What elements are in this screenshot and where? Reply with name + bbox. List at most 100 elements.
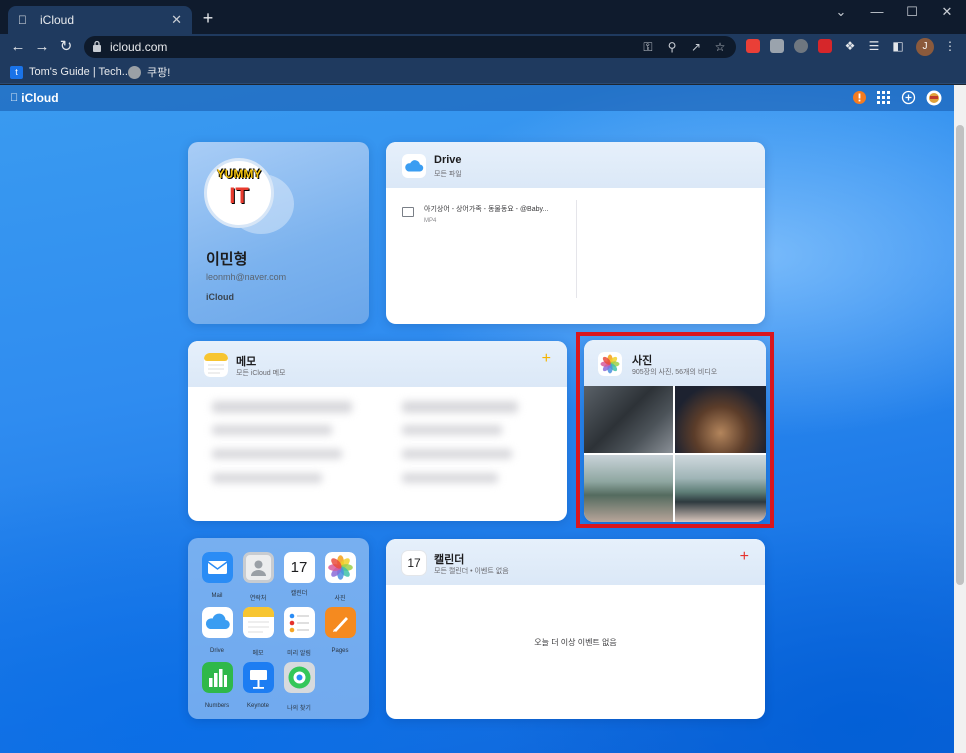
- profile-card[interactable]: YUMMY IT 이민형 leonmh@naver.com iCloud: [188, 142, 369, 324]
- file-name: 아기상어 - 상어가족 - 동물동요 - @Baby...: [424, 206, 549, 213]
- drive-icon: [402, 154, 426, 178]
- app-calendar[interactable]: 17 캘린더: [279, 552, 319, 597]
- drive-file-item[interactable]: 아기상어 - 상어가족 - 동물동요 - @Baby... MP4: [402, 204, 548, 224]
- maximize-button[interactable]: ☐: [895, 0, 929, 24]
- alert-icon[interactable]: [852, 90, 867, 105]
- calendar-day: 17: [407, 556, 421, 570]
- scrollbar[interactable]: [954, 85, 966, 753]
- blurred-note: [402, 425, 502, 435]
- app-reminders[interactable]: 미리 알림: [279, 607, 319, 657]
- calendar-subtitle: 모든 캘린더 • 이벤트 없음: [434, 568, 509, 575]
- app-label: 연락처: [249, 596, 267, 602]
- notes-icon: [242, 607, 274, 638]
- tab-search-icon[interactable]: ⌄: [824, 0, 858, 24]
- app-label: 나의 찾기: [287, 706, 311, 712]
- notes-subtitle: 모든 iCloud 메모: [236, 370, 286, 377]
- notes-card-header: 메모 모든 iCloud 메모 +: [188, 341, 567, 387]
- app-drive[interactable]: Drive: [197, 607, 237, 654]
- pages-icon: [324, 607, 356, 638]
- side-panel-icon[interactable]: ◧: [890, 39, 906, 53]
- app-notes[interactable]: 메모: [238, 607, 278, 657]
- profile-name: 이민형: [206, 251, 248, 268]
- puzzle-icon[interactable]: ❖: [842, 39, 858, 53]
- app-contacts[interactable]: 연락처: [238, 552, 278, 602]
- app-keynote[interactable]: Keynote: [238, 662, 278, 709]
- file-type: MP4: [424, 218, 437, 224]
- app-label: 메모: [252, 651, 264, 657]
- keynote-icon: [242, 662, 274, 693]
- blurred-note: [212, 473, 322, 483]
- pocket-extension-icon[interactable]: [746, 39, 760, 53]
- globe-icon: [128, 65, 141, 79]
- profile-memoji: YUMMY IT: [204, 158, 274, 228]
- video-extension-icon[interactable]: [818, 39, 832, 53]
- url-text: icloud.com: [110, 40, 168, 54]
- bookmark-star-icon[interactable]: ☆: [712, 40, 728, 54]
- calendar-day: 17: [290, 559, 308, 576]
- add-circle-icon[interactable]: [901, 90, 916, 105]
- notes-card[interactable]: 메모 모든 iCloud 메모 +: [188, 341, 567, 521]
- user-avatar-icon[interactable]: [926, 90, 942, 106]
- profile-avatar[interactable]: J: [916, 38, 934, 56]
- address-bar[interactable]: icloud.com ⚿ ⚲ ↗ ☆: [84, 36, 736, 58]
- new-tab-button[interactable]: +: [198, 9, 218, 27]
- drive-icon: [201, 607, 233, 638]
- back-arrow-icon[interactable]: ←: [8, 37, 28, 57]
- apple-icon: : [18, 13, 32, 27]
- reminders-icon: [283, 607, 315, 638]
- add-event-button[interactable]: +: [740, 549, 749, 565]
- app-label: Numbers: [204, 703, 230, 709]
- film-icon: [402, 207, 414, 217]
- notes-title: 메모: [236, 356, 257, 368]
- app-label: 캘린더: [290, 591, 308, 597]
- share-icon[interactable]: ↗: [688, 40, 704, 54]
- forward-arrow-icon[interactable]: →: [32, 37, 52, 57]
- app-mail[interactable]: Mail: [197, 552, 237, 599]
- bookmarks-bar: t Tom's Guide | Tech... 쿠팡!: [0, 60, 966, 84]
- app-pages[interactable]: Pages: [320, 607, 360, 654]
- photos-icon: [324, 552, 356, 583]
- add-note-button[interactable]: +: [542, 351, 551, 367]
- app-photos[interactable]: 사진: [320, 552, 360, 602]
- blurred-note: [402, 449, 512, 459]
- media-control-icon[interactable]: ☰: [866, 39, 882, 53]
- app-find-my[interactable]: 나의 찾기: [279, 662, 319, 712]
- tab-icloud[interactable]:  iCloud ✕: [8, 6, 192, 34]
- drive-subtitle: 모든 파일: [434, 171, 462, 178]
- app-label: Mail: [211, 593, 223, 599]
- bookmark-coupang[interactable]: 쿠팡!: [128, 64, 170, 80]
- notes-icon: [204, 353, 228, 377]
- tab-close-icon[interactable]: ✕: [171, 12, 182, 28]
- calendar-card[interactable]: 17 캘린더 모든 캘린더 • 이벤트 없음 + 오늘 더 이상 이벤트 없음: [386, 539, 765, 719]
- scrollbar-thumb[interactable]: [956, 125, 964, 585]
- menu-icon[interactable]: ⋮: [942, 39, 958, 53]
- icloud-page:  iCloud YUMMY IT 이민형 leonmh@naver.com i…: [0, 85, 954, 753]
- bookmark-label: Tom's Guide | Tech...: [29, 66, 131, 78]
- app-label: Drive: [209, 648, 224, 654]
- app-grid-icon[interactable]: [876, 90, 891, 105]
- drive-card[interactable]: Drive 모든 파일 아기상어 - 상어가족 - 동물동요 - @Baby..…: [386, 142, 765, 324]
- toms-guide-icon: t: [10, 65, 23, 79]
- extension-icon[interactable]: [770, 39, 784, 53]
- zoom-icon[interactable]: ⚲: [664, 40, 680, 54]
- icloud-top-bar:  iCloud: [0, 85, 954, 111]
- app-numbers[interactable]: Numbers: [197, 662, 237, 709]
- reload-icon[interactable]: ↻: [56, 37, 76, 57]
- contacts-icon: [242, 552, 274, 583]
- numbers-icon: [201, 662, 233, 693]
- tab-title: iCloud: [40, 13, 75, 27]
- memoji-text: YUMMY: [216, 167, 262, 181]
- profile-email: leonmh@naver.com: [206, 272, 287, 282]
- find-my-icon: [283, 662, 315, 693]
- drive-card-header: Drive 모든 파일: [386, 142, 765, 188]
- icloud-logo[interactable]:  iCloud: [10, 91, 59, 105]
- blurred-note: [212, 449, 342, 459]
- mail-icon: [201, 552, 233, 583]
- minimize-button[interactable]: —: [860, 0, 894, 24]
- icloud-brand: iCloud: [13, 91, 58, 105]
- key-icon[interactable]: ⚿: [640, 40, 656, 54]
- bookmark-toms-guide[interactable]: t Tom's Guide | Tech...: [10, 64, 131, 80]
- close-window-button[interactable]: ✕: [930, 0, 964, 24]
- calendar-title: 캘린더: [434, 554, 465, 566]
- extension-icon[interactable]: [794, 39, 808, 53]
